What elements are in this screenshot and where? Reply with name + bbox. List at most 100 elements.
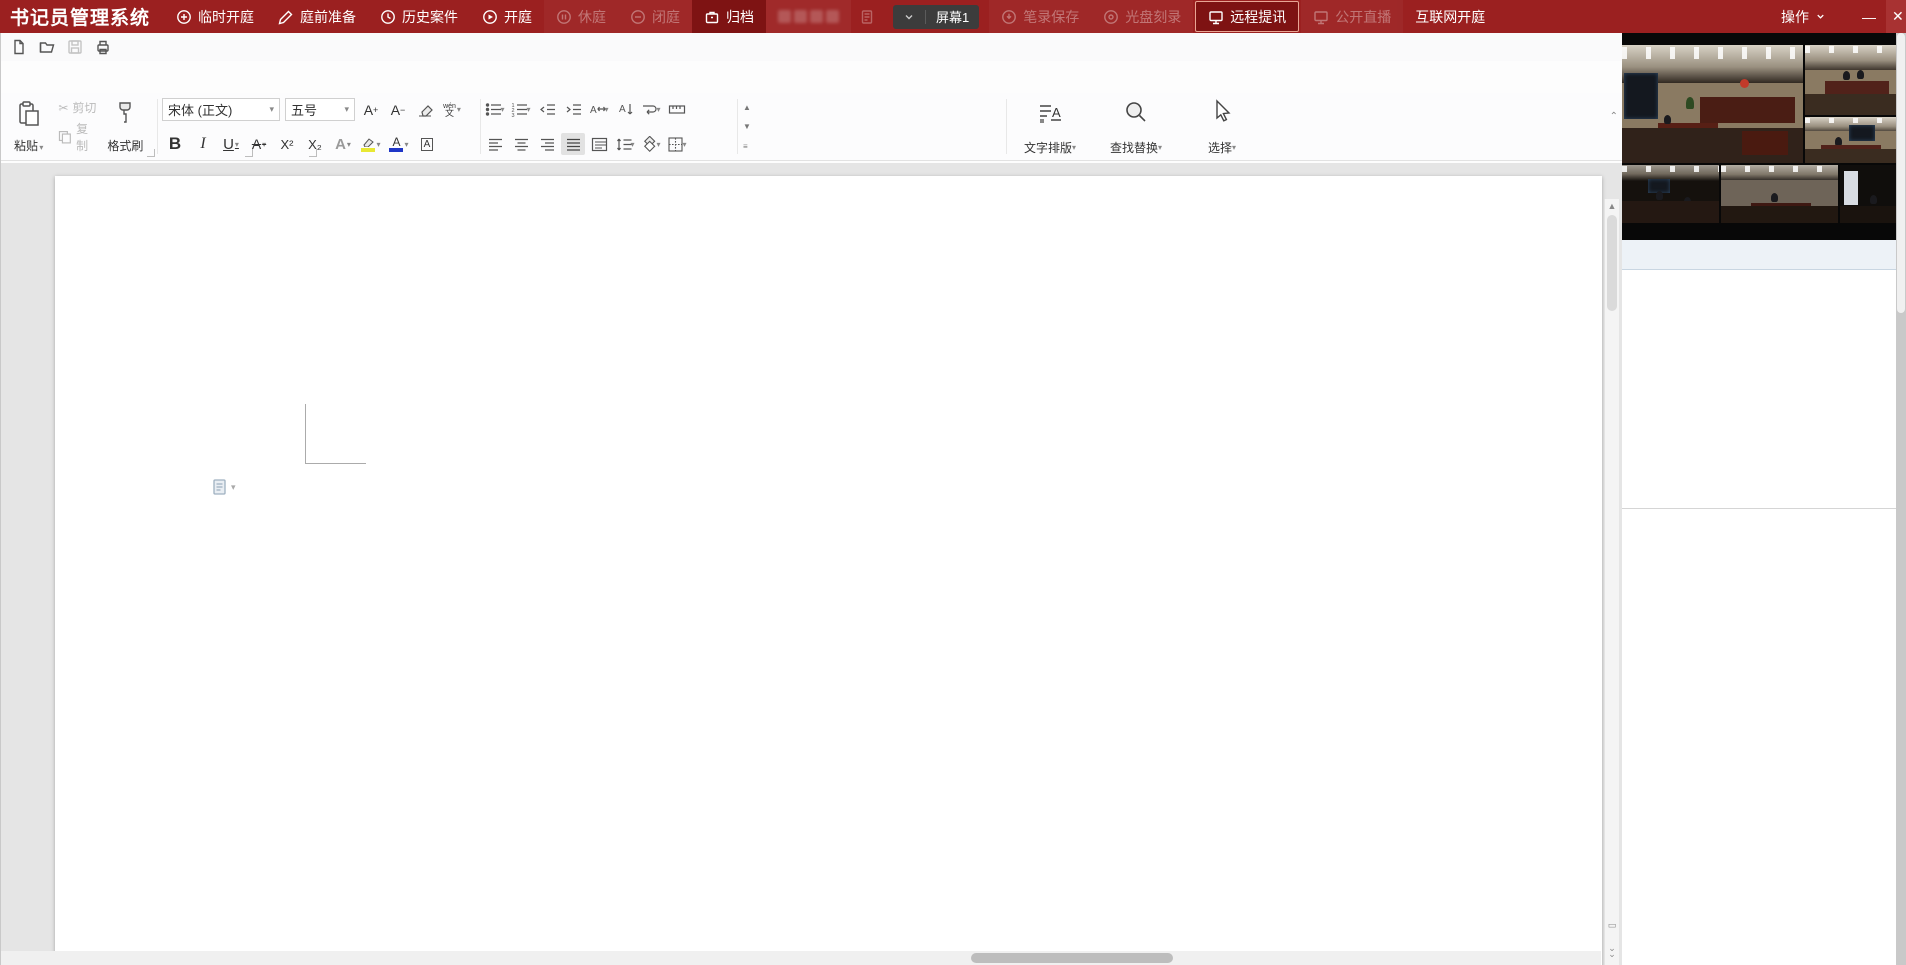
- dialog-launcher[interactable]: [147, 149, 155, 157]
- topbar-button[interactable]: 远程提讯: [1195, 1, 1299, 32]
- document-area[interactable]: ▾: [1, 163, 1623, 965]
- wrap-button[interactable]: ▾: [639, 98, 663, 120]
- ruler-button[interactable]: [665, 98, 689, 120]
- video-feed-courtroom-wide[interactable]: [1622, 45, 1803, 163]
- minus-circle-icon: [630, 9, 646, 25]
- align-right-button[interactable]: [535, 133, 559, 155]
- italic-button[interactable]: I: [192, 133, 214, 155]
- increase-indent-button[interactable]: [561, 98, 585, 120]
- dialog-launcher[interactable]: [245, 149, 253, 157]
- align-center-button[interactable]: [509, 133, 533, 155]
- topbar-button[interactable]: 庭前准备: [266, 0, 368, 33]
- decrease-font-button[interactable]: A−: [387, 99, 409, 121]
- document-page[interactable]: ▾: [55, 176, 1602, 965]
- topbar-button: 休庭: [544, 0, 618, 33]
- superscript-button[interactable]: X²: [276, 133, 298, 155]
- shading-button[interactable]: ▾: [639, 133, 663, 155]
- record-save-icon: [1001, 9, 1017, 25]
- scroll-up-icon[interactable]: ▲: [743, 103, 751, 112]
- pencil-icon: [278, 9, 294, 25]
- topbar-button[interactable]: 临时开庭: [164, 0, 266, 33]
- page-nav-icon[interactable]: ▭: [1605, 920, 1619, 931]
- copy-button[interactable]: 复制: [58, 120, 99, 154]
- copy-icon: [58, 130, 72, 144]
- text-direction-button[interactable]: A: [613, 98, 637, 120]
- line-spacing-button[interactable]: ▾: [613, 133, 637, 155]
- scroll-up-icon[interactable]: ▲: [1605, 201, 1619, 211]
- topbar-menu: 临时开庭 庭前准备 历史案件 开庭 休庭 闭庭 归档: [164, 0, 766, 33]
- plus-circle-icon: [176, 9, 192, 25]
- underline-button[interactable]: U▾: [220, 133, 242, 155]
- styles-gallery: ▲ ▼ ≡: [738, 93, 1006, 160]
- character-scale-button[interactable]: A ▾: [587, 98, 611, 120]
- align-left-button[interactable]: [483, 133, 507, 155]
- align-right-icon: [539, 136, 556, 153]
- format-painter-button[interactable]: 格式刷: [100, 97, 151, 156]
- video-feed-counsel[interactable]: [1721, 165, 1838, 223]
- scroll-down-icon[interactable]: ▼: [743, 122, 751, 131]
- sidebar-scrollbar[interactable]: [1896, 33, 1906, 965]
- bullet-list-button[interactable]: ▾: [483, 98, 507, 120]
- borders-button[interactable]: ▾: [665, 133, 689, 155]
- video-feed-gallery[interactable]: [1622, 165, 1719, 223]
- new-file-icon[interactable]: [7, 36, 31, 58]
- font-size-select[interactable]: 五号▾: [285, 98, 355, 121]
- text-layout-button[interactable]: A 文字排版▾: [1007, 93, 1093, 160]
- find-replace-button[interactable]: 查找替换▾: [1093, 93, 1179, 160]
- paste-options-button[interactable]: ▾: [211, 478, 236, 496]
- screen-selector[interactable]: 屏幕1: [893, 5, 979, 29]
- faded-toolbar-button: [766, 0, 851, 33]
- actions-menu-button[interactable]: 操作: [1755, 7, 1852, 27]
- paste-button[interactable]: 粘贴 ▾: [7, 97, 50, 156]
- minimize-button[interactable]: —: [1852, 0, 1886, 33]
- output-source-options: [1622, 270, 1896, 509]
- double-chevron-down-icon[interactable]: ⌄⌄: [1605, 945, 1619, 957]
- print-icon[interactable]: [91, 36, 115, 58]
- character-shading-button[interactable]: A: [416, 133, 438, 155]
- pinyin-guide-button[interactable]: wén文 ▾: [441, 99, 463, 121]
- ribbon: 粘贴 ▾ ✂ 剪切 复制 格式刷: [1, 93, 1622, 161]
- sidebar-scrollbar-thumb[interactable]: [1897, 33, 1905, 313]
- font-color-button[interactable]: A ▾: [388, 133, 410, 155]
- vscroll-thumb[interactable]: [1607, 215, 1617, 311]
- topbar-menu-right: 笔录保存 光盘刻录 远程提讯 公开直播 互联网开庭: [989, 0, 1497, 33]
- align-left-icon: [487, 136, 504, 153]
- hscroll-thumb[interactable]: [971, 953, 1173, 963]
- clear-format-button[interactable]: [414, 99, 436, 121]
- topbar-button[interactable]: 开庭: [470, 0, 544, 33]
- close-button[interactable]: ✕: [1886, 0, 1906, 33]
- cut-button[interactable]: ✂ 剪切: [58, 99, 99, 116]
- more-styles-icon[interactable]: ≡: [743, 142, 751, 151]
- collapse-ribbon-icon[interactable]: ⌃: [1610, 111, 1618, 122]
- distribute-button[interactable]: [587, 133, 611, 155]
- text-effects-button[interactable]: A▾: [332, 133, 354, 155]
- font-group: 宋体 (正文)▾ 五号▾ A+ A− wén文 ▾ B: [158, 93, 480, 160]
- highlight-color-button[interactable]: ▾: [360, 133, 382, 155]
- horizontal-scrollbar[interactable]: [1, 951, 1601, 965]
- cursor-icon: [1210, 99, 1234, 125]
- topbar-button[interactable]: 历史案件: [368, 0, 470, 33]
- topbar-button[interactable]: 归档: [692, 0, 766, 33]
- topbar-button: 光盘刻录: [1091, 0, 1193, 33]
- topbar-button[interactable]: 互联网开庭: [1403, 0, 1497, 33]
- bold-button[interactable]: B: [164, 133, 186, 155]
- video-feed-appellant[interactable]: [1805, 45, 1896, 115]
- styles-scroll-arrows[interactable]: ▲ ▼ ≡: [740, 101, 754, 153]
- paste-icon: [16, 100, 42, 128]
- select-button[interactable]: 选择▾: [1179, 93, 1265, 160]
- numbered-list-button[interactable]: 1 2 3 ▾: [509, 98, 533, 120]
- justify-button[interactable]: [561, 133, 585, 155]
- font-name-select[interactable]: 宋体 (正文)▾: [162, 98, 280, 121]
- vertical-scrollbar[interactable]: ▲ ▭ ⌄⌄: [1604, 199, 1619, 965]
- distribute-icon: [591, 136, 608, 153]
- video-feed-respondent[interactable]: [1805, 117, 1896, 163]
- decrease-indent-button[interactable]: [535, 98, 559, 120]
- paste-options-icon: [211, 478, 228, 496]
- screen-selector-label: 屏幕1: [936, 7, 969, 26]
- increase-font-button[interactable]: A+: [360, 99, 382, 121]
- dialog-launcher[interactable]: [309, 149, 317, 157]
- video-feed-remote[interactable]: [1840, 165, 1896, 223]
- window-controls: 操作 — ✕: [1755, 0, 1906, 33]
- format-painter-icon: [114, 100, 136, 126]
- open-folder-icon[interactable]: [35, 36, 59, 58]
